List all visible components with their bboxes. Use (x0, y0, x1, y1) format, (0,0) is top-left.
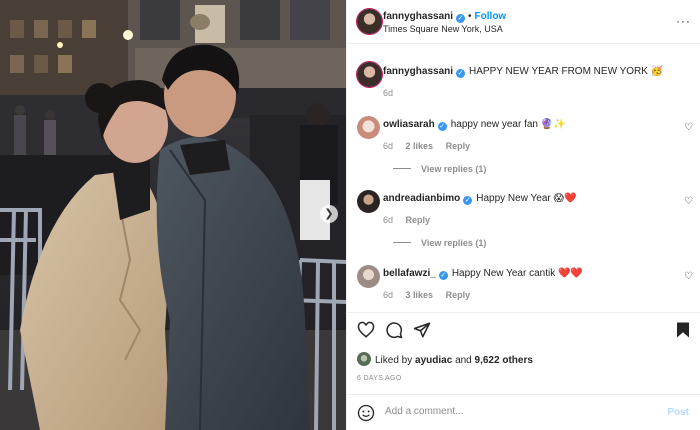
author-avatar[interactable] (357, 9, 382, 34)
view-replies-label: View replies (1) (421, 238, 487, 248)
likes-summary: Liked by ayudiac and 9,622 others (357, 352, 533, 366)
comment-text: happy new year fan 🔮✨ (450, 119, 566, 130)
view-replies-button[interactable]: View replies (1) (393, 164, 486, 174)
comment-likes-count[interactable]: 3 likes (406, 290, 434, 300)
comment-item: bellafawzi_ ✓ Happy New Year cantik ❤️❤️ 6… (357, 265, 697, 305)
post-timestamp[interactable]: 6 DAYS AGO (357, 375, 402, 382)
caption-username[interactable]: fannyghassani (383, 66, 453, 77)
follow-button[interactable]: Follow (475, 11, 507, 22)
comment-meta: 6d 3 likes Reply (383, 290, 480, 300)
liker-avatar[interactable] (357, 352, 371, 366)
caption-meta: 6d (383, 88, 403, 98)
comment-time[interactable]: 6d (383, 141, 393, 151)
more-options-icon[interactable]: ··· (676, 14, 691, 28)
post-comment-button[interactable]: Post (667, 407, 689, 418)
comment-text: Happy New Year 😱❤️ (476, 193, 577, 204)
comment-time[interactable]: 6d (383, 290, 393, 300)
caption-time[interactable]: 6d (383, 88, 393, 98)
author-line: fannyghassani ✓ • Follow (383, 11, 506, 23)
comment-likes-count[interactable]: 2 likes (406, 141, 434, 151)
comment-meta: 6d 2 likes Reply (383, 141, 480, 151)
separator-dot: • (468, 11, 472, 22)
comment-item: andreadianbimo ✓ Happy New Year 😱❤️ 6d Rep… (357, 190, 697, 250)
commenter-avatar[interactable] (357, 265, 380, 288)
like-comment-heart-icon[interactable]: ♡ (684, 271, 693, 282)
likes-count[interactable]: 9,622 others (475, 355, 533, 366)
post-header: fannyghassani ✓ • Follow Times Square New Y… (347, 0, 700, 44)
verified-badge-icon: ✓ (463, 196, 473, 205)
caption-avatar[interactable] (357, 62, 382, 87)
likes-prefix: Liked by (375, 355, 413, 366)
comment-bubble-icon[interactable] (385, 321, 403, 339)
comment-time[interactable]: 6d (383, 215, 393, 225)
comment-item: owliasarah ✓ happy new year fan 🔮✨ 6d 2 li… (357, 116, 697, 176)
verified-badge-icon: ✓ (438, 271, 448, 280)
reply-button[interactable]: Reply (406, 215, 431, 225)
like-comment-heart-icon[interactable]: ♡ (684, 122, 693, 133)
likes-conjunction: and (455, 355, 472, 366)
view-replies-button[interactable]: View replies (1) (393, 238, 486, 248)
replies-divider (393, 168, 411, 169)
emoji-icon[interactable] (357, 404, 375, 422)
verified-badge-icon: ✓ (456, 14, 466, 23)
photo-illustration (0, 0, 346, 430)
like-comment-heart-icon[interactable]: ♡ (684, 196, 693, 207)
replies-divider (393, 242, 411, 243)
post-details-panel: fannyghassani ✓ • Follow Times Square New Y… (346, 0, 700, 430)
add-comment-bar: Post (347, 394, 700, 430)
like-heart-icon[interactable] (357, 321, 375, 339)
post-location[interactable]: Times Square New York, USA (383, 24, 503, 34)
commenter-username[interactable]: andreadianbimo (383, 193, 460, 204)
commenter-username[interactable]: bellafawzi_ (383, 268, 436, 279)
comment-input[interactable] (385, 406, 655, 417)
verified-badge-icon: ✓ (456, 69, 466, 78)
commenter-avatar[interactable] (357, 190, 380, 213)
liker-username[interactable]: ayudiac (415, 355, 452, 366)
next-photo-button[interactable]: ❯ (320, 205, 338, 223)
comment-text: Happy New Year cantik ❤️❤️ (451, 268, 583, 279)
post-photo[interactable]: ❯ (0, 0, 346, 430)
verified-badge-icon: ✓ (437, 122, 447, 131)
comment-meta: 6d Reply (383, 215, 440, 225)
save-bookmark-icon[interactable] (675, 321, 691, 339)
reply-button[interactable]: Reply (446, 290, 471, 300)
commenter-username[interactable]: owliasarah (383, 119, 435, 130)
instagram-post: ❯ fannyghassani ✓ • Follow Times Square New… (0, 0, 700, 430)
view-replies-label: View replies (1) (421, 164, 487, 174)
commenter-avatar[interactable] (357, 116, 380, 139)
author-username[interactable]: fannyghassani (383, 11, 453, 22)
caption-text: HAPPY NEW YEAR FROM NEW YORK 🥳 (469, 66, 664, 77)
reply-button[interactable]: Reply (446, 141, 471, 151)
share-send-icon[interactable] (413, 321, 431, 339)
